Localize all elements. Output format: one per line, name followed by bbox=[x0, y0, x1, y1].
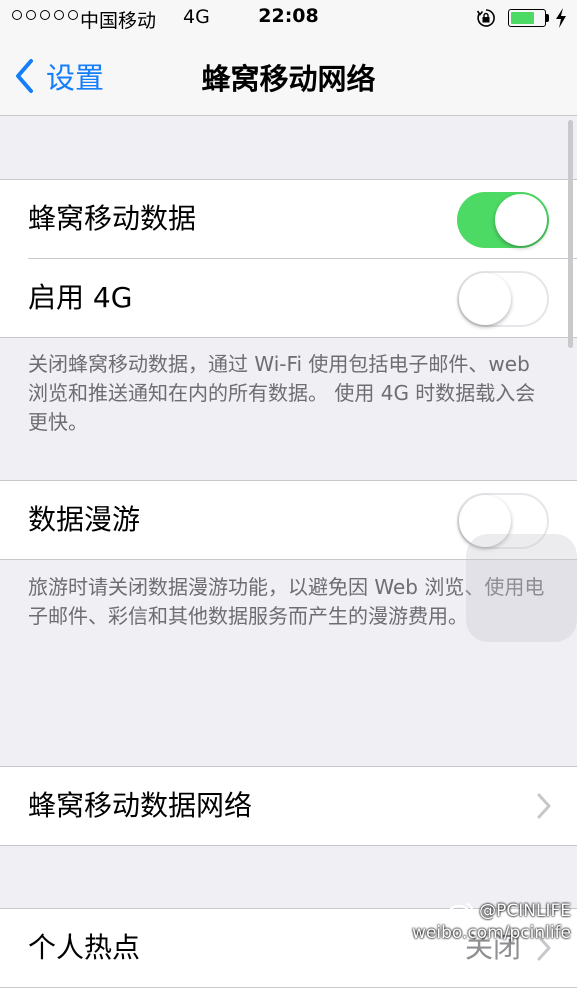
page-title: 蜂窝移动网络 bbox=[201, 62, 376, 96]
cellular-footer-note: 关闭蜂窝移动数据，通过 Wi-Fi 使用包括电子邮件、web 浏览和推送通知在内… bbox=[28, 352, 536, 434]
rotation-lock-icon bbox=[476, 9, 495, 27]
enable-4g-row: 启用 4G bbox=[28, 258, 577, 337]
watermark-handle: @PCINLIFE bbox=[479, 901, 571, 921]
cellular-data-label: 蜂窝移动数据 bbox=[28, 202, 197, 235]
vertical-scrollbar[interactable] bbox=[568, 120, 573, 348]
weibo-logo-icon bbox=[448, 903, 474, 921]
navigation-bar: 设置 蜂窝移动网络 bbox=[0, 36, 577, 116]
cellular-data-toggle[interactable] bbox=[457, 192, 549, 248]
personal-hotspot-label: 个人热点 bbox=[28, 931, 141, 964]
cellular-settings-group: 蜂窝移动数据 启用 4G bbox=[0, 179, 577, 338]
data-roaming-label: 数据漫游 bbox=[28, 503, 141, 536]
status-bar: 中国移动 4G 22:08 bbox=[0, 0, 577, 36]
cellular-data-network-row[interactable]: 蜂窝移动数据网络 bbox=[0, 767, 577, 845]
watermark: @PCINLIFE weibo.com/pcinlife bbox=[412, 900, 571, 944]
battery-level bbox=[511, 12, 534, 24]
charging-bolt-icon bbox=[556, 8, 566, 28]
toggle-knob bbox=[495, 194, 547, 246]
cellular-data-row: 蜂窝移动数据 bbox=[0, 180, 577, 258]
chevron-right-icon bbox=[537, 793, 551, 819]
battery-tip bbox=[546, 14, 549, 22]
cellular-data-network-label: 蜂窝移动数据网络 bbox=[28, 789, 253, 822]
enable-4g-label: 启用 4G bbox=[28, 281, 133, 314]
cellular-network-group: 蜂窝移动数据网络 bbox=[0, 766, 577, 846]
enable-4g-toggle[interactable] bbox=[457, 271, 549, 327]
battery-icon bbox=[508, 9, 546, 27]
toggle-knob bbox=[459, 273, 511, 325]
assistive-touch-button[interactable] bbox=[466, 534, 577, 642]
watermark-url: weibo.com/pcinlife bbox=[412, 923, 571, 943]
